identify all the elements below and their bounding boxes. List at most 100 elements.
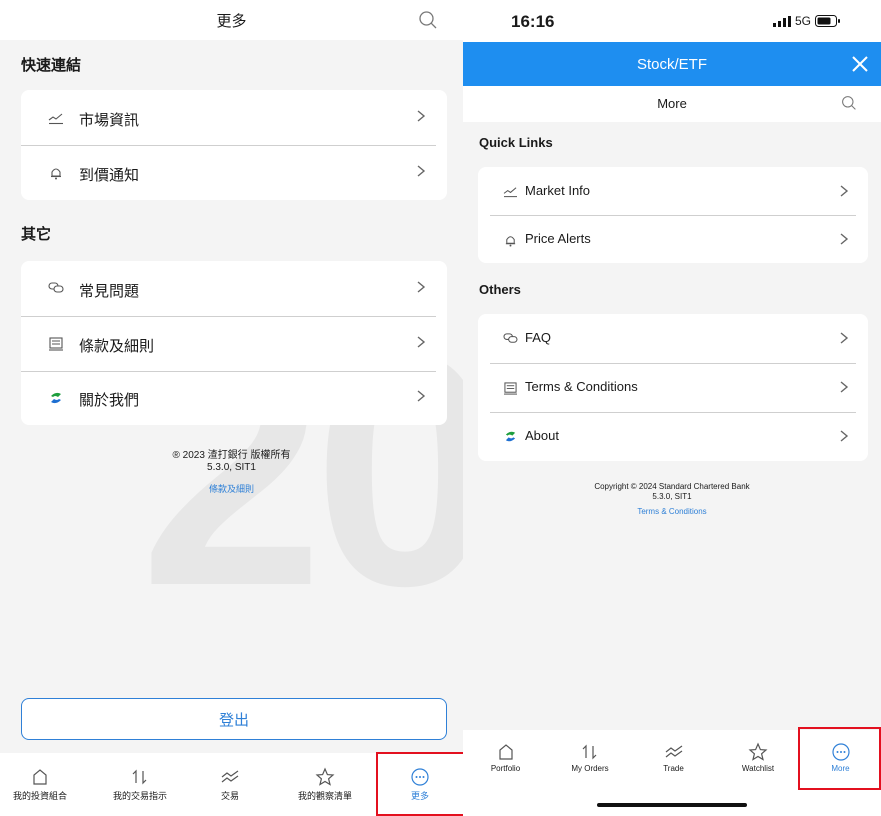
document-icon: [47, 335, 65, 353]
bell-icon: [47, 164, 65, 182]
home-indicator: [597, 803, 747, 807]
sc-logo-icon: [47, 389, 65, 407]
chevron-right-icon: [417, 165, 426, 177]
list-item-label: 關於我們: [79, 392, 140, 409]
quick-links-title: 快速連結: [21, 57, 82, 74]
list-item-terms[interactable]: Terms & Conditions: [478, 364, 868, 412]
page-title: 更多: [216, 13, 247, 30]
page-header: 更多: [0, 0, 463, 40]
trend-icon: [665, 745, 682, 758]
chevron-right-icon: [417, 390, 426, 402]
copyright-line: ® 2023 渣打銀行 版權所有: [172, 450, 291, 461]
tab-label: 交易: [220, 791, 239, 801]
list-item-label: FAQ: [525, 330, 552, 345]
list-item-faq[interactable]: 常見問題: [21, 261, 447, 316]
list-item-label: 條款及細則: [79, 338, 155, 355]
list-item-label: 市場資訊: [79, 112, 140, 129]
left-screen: 20 更多 快速連結 市場資訊 到價通知 其它 常見問題 條款及細則 關於我們 …: [0, 0, 463, 816]
list-item-label: Price Alerts: [525, 231, 591, 246]
chevron-right-icon: [840, 430, 849, 442]
status-bar: 16:16 5G: [463, 0, 881, 42]
sc-logo-icon: [501, 427, 519, 445]
transfer-icon: [132, 769, 147, 785]
list-item-label: Market Info: [525, 183, 591, 198]
chevron-right-icon: [417, 110, 426, 122]
signal-icon: [772, 15, 791, 27]
copyright-line: Copyright © 2024 Standard Chartered Bank: [594, 482, 750, 491]
app-bar-title: Stock/ETF: [636, 56, 707, 73]
highlight-box: [798, 727, 881, 790]
chevron-right-icon: [840, 381, 849, 393]
right-screen: 16:16 5G Stock/ETF More Quick Links Mark…: [463, 0, 881, 816]
tab-label: Watchlist: [741, 764, 775, 773]
tab-portfolio[interactable]: Portfolio: [483, 742, 528, 773]
others-title: 其它: [21, 226, 52, 243]
status-time: 16:16: [511, 12, 555, 31]
others-title: Others: [479, 282, 521, 297]
tab-label: Trade: [663, 764, 684, 773]
document-icon: [501, 379, 519, 397]
tab-watchlist[interactable]: 我的觀察清單: [290, 767, 360, 802]
tab-label: 我的投資組合: [12, 791, 67, 801]
market-info-icon: [501, 182, 519, 200]
transfer-icon: [582, 744, 597, 760]
others-card: FAQ Terms & Conditions About: [478, 314, 868, 461]
bell-icon: [501, 231, 519, 249]
chevron-right-icon: [417, 336, 426, 348]
network-label: 5G: [794, 14, 811, 28]
tab-label: 我的交易指示: [112, 791, 167, 801]
version-line: 5.3.0, SIT1: [207, 462, 256, 473]
quick-links-card: 市場資訊 到價通知: [21, 90, 447, 200]
tab-label: My Orders: [571, 764, 609, 773]
list-item-market-info[interactable]: 市場資訊: [21, 90, 447, 145]
list-item-label: 常見問題: [79, 283, 140, 300]
list-item-label: About: [525, 428, 559, 443]
logout-button[interactable]: 登出: [21, 698, 447, 740]
tab-portfolio[interactable]: 我的投資組合: [10, 767, 70, 802]
star-icon: [315, 767, 335, 786]
star-icon: [748, 742, 768, 761]
list-item-market-info[interactable]: Market Info: [478, 167, 868, 215]
home-icon: [498, 744, 513, 760]
list-item-terms[interactable]: 條款及細則: [21, 317, 447, 371]
chevron-right-icon: [840, 332, 849, 344]
search-icon[interactable]: [841, 95, 857, 111]
copyright-text: ® 2023 渣打銀行 版權所有 5.3.0, SIT1: [0, 450, 463, 474]
tab-orders[interactable]: 我的交易指示: [105, 767, 175, 802]
terms-link[interactable]: 條款及細則: [0, 482, 463, 495]
tab-orders[interactable]: My Orders: [565, 742, 615, 773]
chevron-right-icon: [840, 185, 849, 197]
list-item-about[interactable]: 關於我們: [21, 372, 447, 425]
chevron-right-icon: [417, 281, 426, 293]
chevron-right-icon: [840, 233, 849, 245]
highlight-box: [376, 752, 463, 816]
battery-icon: [815, 15, 840, 27]
tab-trade[interactable]: 交易: [210, 767, 250, 802]
quick-links-title: Quick Links: [479, 135, 553, 150]
home-icon: [33, 769, 47, 785]
quick-links-card: Market Info Price Alerts: [478, 167, 868, 263]
faq-icon: [47, 279, 65, 297]
version-line: 5.3.0, SIT1: [652, 492, 692, 501]
faq-icon: [501, 329, 519, 347]
list-item-about[interactable]: About: [478, 413, 868, 461]
list-item-label: 到價通知: [79, 167, 140, 184]
status-indicators: 5G: [772, 14, 841, 28]
tab-trade[interactable]: Trade: [656, 742, 691, 773]
copyright-text: Copyright © 2024 Standard Chartered Bank…: [463, 482, 881, 502]
list-item-price-alerts[interactable]: Price Alerts: [478, 216, 868, 263]
others-card: 常見問題 條款及細則 關於我們: [21, 261, 447, 425]
search-icon[interactable]: [418, 10, 438, 30]
market-info-icon: [47, 109, 65, 127]
tab-label: Portfolio: [490, 764, 521, 773]
app-bar: Stock/ETF: [463, 42, 881, 86]
tab-watchlist[interactable]: Watchlist: [733, 742, 783, 773]
tab-label: 我的觀察清單: [297, 791, 352, 801]
trend-icon: [221, 770, 239, 783]
terms-link[interactable]: Terms & Conditions: [463, 507, 881, 516]
close-icon[interactable]: [851, 55, 869, 73]
page-title: More: [657, 96, 687, 111]
list-item-price-alerts[interactable]: 到價通知: [21, 146, 447, 200]
page-header: More: [463, 86, 881, 122]
list-item-faq[interactable]: FAQ: [478, 314, 868, 363]
